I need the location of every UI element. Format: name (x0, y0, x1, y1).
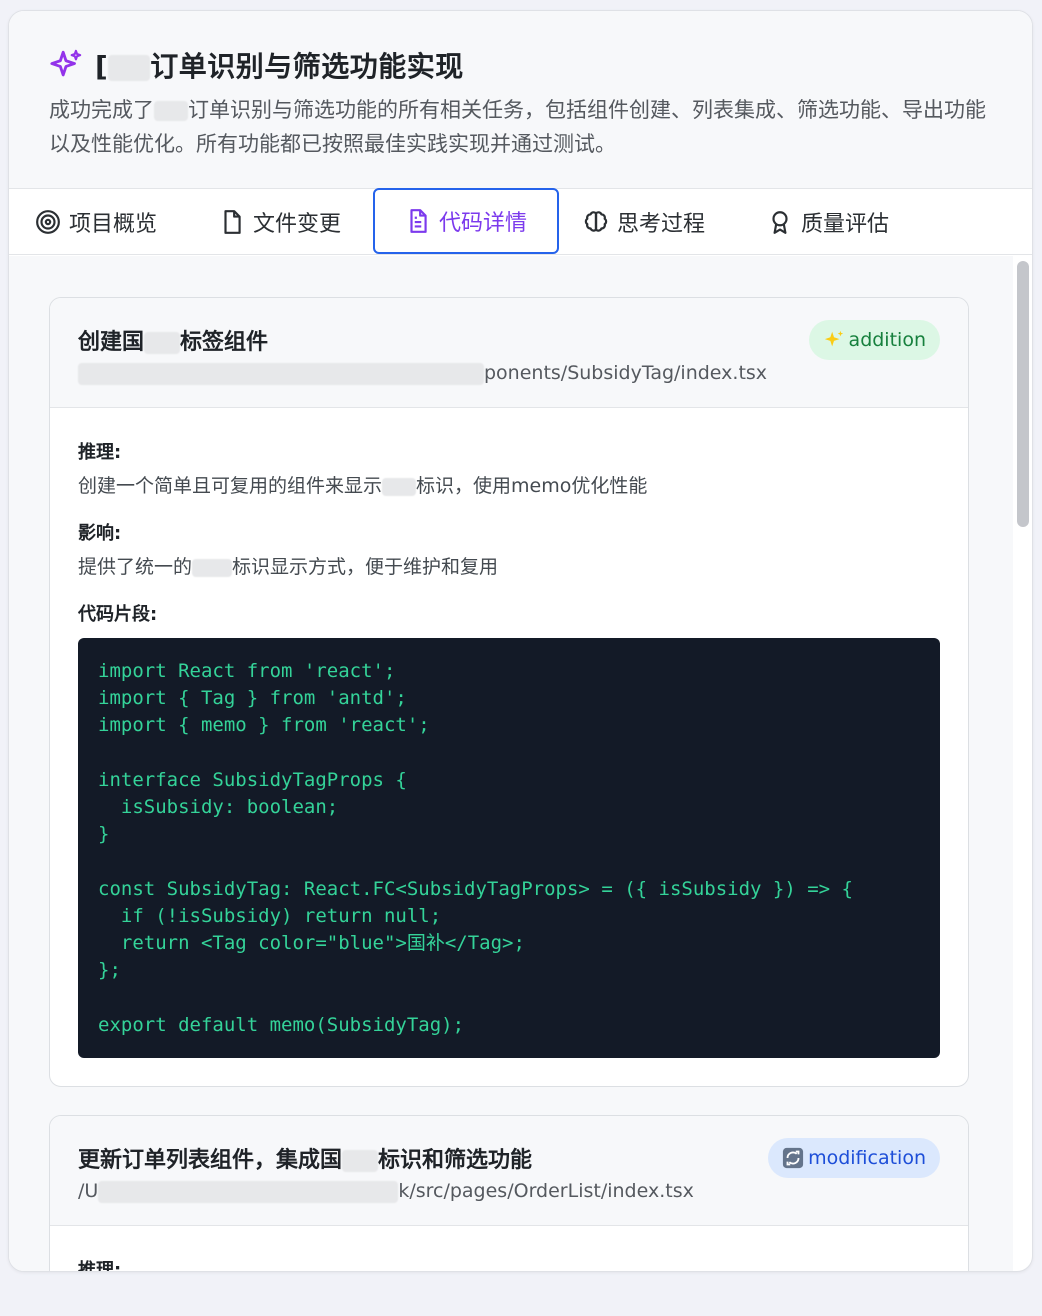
impact-text: 提供了统一的 标识显示方式，便于维护和复用 (78, 556, 499, 578)
award-icon (772, 211, 788, 234)
card-title: 更新订单列表组件，集成国 标识和筛选功能 (78, 1148, 533, 1173)
target-icon (36, 210, 60, 234)
refresh-icon (782, 1147, 804, 1169)
sparkles-icon (50, 49, 82, 77)
code-snippet-label: 代码片段: (78, 604, 158, 625)
tab-bar: 项目概览 文件变更 代码详情 思考过程 质量评估 (9, 188, 1032, 255)
scrollbar[interactable] (1014, 261, 1029, 541)
file-path: ponents/SubsidyTag/index.tsx (78, 362, 767, 385)
tab-thinking[interactable]: 思考过程 (583, 189, 705, 255)
report-header: [订单识别与筛选功能实现 成功完成了 订单识别与筛选功能的所有相关任务，包括组件创… (9, 11, 1032, 189)
scrollbar-thumb[interactable] (1017, 261, 1029, 527)
impact-label: 影响: (78, 523, 122, 544)
reasoning-label: 推理: (78, 442, 122, 463)
card-title: 创建国 标签组件 (78, 330, 269, 355)
change-card: 更新订单列表组件，集成国 标识和筛选功能 /U k/src/pages/OrderL… (49, 1115, 969, 1272)
tab-quality[interactable]: 质量评估 (767, 189, 889, 255)
reasoning-text: 创建一个简单且可复用的组件来显示 标识，使用memo优化性能 (78, 475, 648, 497)
code-details-panel[interactable]: 创建国 标签组件 ponents/SubsidyTag/index.tsx add… (9, 256, 1013, 1272)
card-header: 更新订单列表组件，集成国 标识和筛选功能 /U k/src/pages/OrderL… (50, 1116, 968, 1226)
tab-file-changes[interactable]: 文件变更 (219, 189, 341, 255)
sparkles-icon (824, 330, 843, 347)
code-snippet[interactable]: import React from 'react'; import { Tag … (78, 638, 940, 1058)
page-description: 成功完成了 订单识别与筛选功能的所有相关任务，包括组件创建、列表集成、筛选功能、导… (49, 98, 986, 156)
file-text-icon (410, 209, 427, 233)
change-type-badge: modification (768, 1138, 940, 1178)
tab-overview[interactable]: 项目概览 (35, 189, 157, 255)
file-path: /U k/src/pages/OrderList/index.tsx (78, 1180, 694, 1203)
file-icon (224, 210, 241, 234)
brain-icon (584, 211, 608, 232)
change-card: 创建国 标签组件 ponents/SubsidyTag/index.tsx add… (49, 297, 969, 1087)
card-header: 创建国 标签组件 ponents/SubsidyTag/index.tsx add… (50, 298, 968, 408)
reasoning-label: 推理: (78, 1260, 122, 1272)
tab-code-details[interactable]: 代码详情 (373, 188, 559, 254)
change-type-badge: addition (808, 320, 940, 360)
page-title: [订单识别与筛选功能实现 (95, 50, 464, 83)
title-row: [订单识别与筛选功能实现 (49, 45, 464, 85)
report-window: [订单识别与筛选功能实现 成功完成了 订单识别与筛选功能的所有相关任务，包括组件创… (8, 10, 1033, 1272)
